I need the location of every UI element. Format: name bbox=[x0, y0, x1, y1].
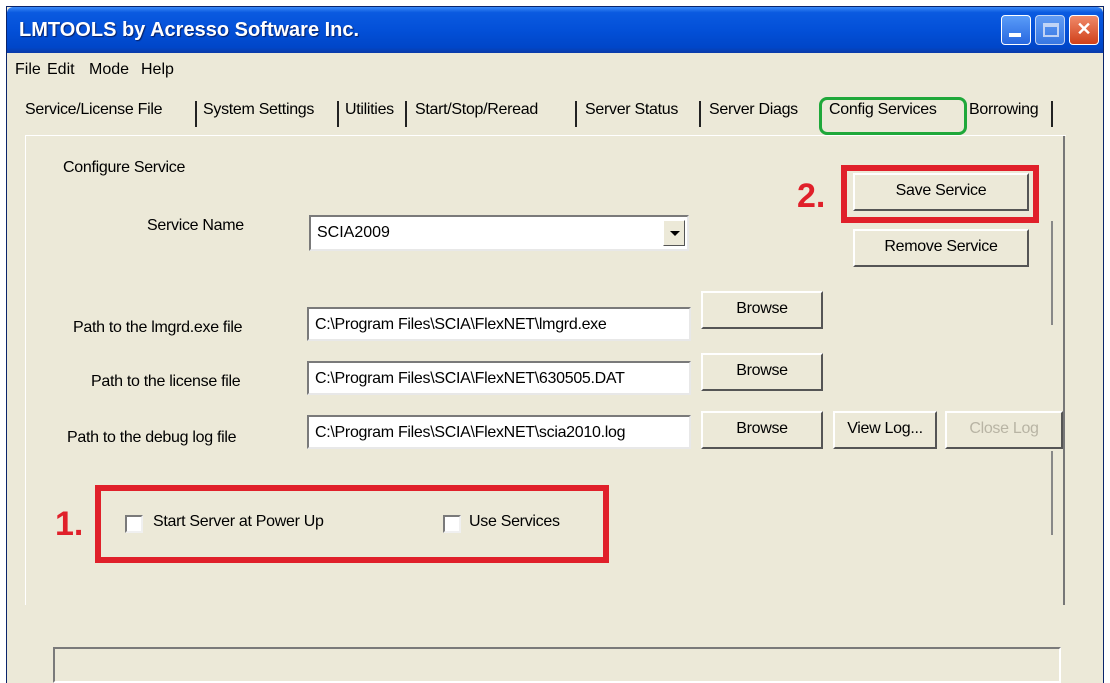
configure-service-label: Configure Service bbox=[63, 159, 186, 176]
menu-edit[interactable]: Edit bbox=[47, 61, 75, 79]
status-bar bbox=[53, 647, 1061, 683]
license-path-label: Path to the license file bbox=[91, 373, 241, 390]
tab-service-license-file[interactable]: Service/License File bbox=[25, 101, 162, 119]
service-name-label: Service Name bbox=[147, 217, 244, 234]
license-path-value: C:\Program Files\SCIA\FlexNET\630505.DAT bbox=[315, 370, 625, 387]
tab-separator bbox=[1051, 101, 1053, 127]
lmgrd-path-field[interactable]: C:\Program Files\SCIA\FlexNET\lmgrd.exe bbox=[307, 307, 691, 341]
tab-strip: Service/License File System Settings Uti… bbox=[7, 97, 1103, 135]
maximize-button[interactable] bbox=[1035, 15, 1065, 45]
active-tab-highlight bbox=[819, 97, 967, 135]
browse-license-button[interactable]: Browse bbox=[701, 353, 823, 391]
title-bar[interactable]: LMTOOLS by Acresso Software Inc. ✕ bbox=[7, 7, 1103, 53]
use-services-label: Use Services bbox=[469, 513, 560, 530]
save-service-button[interactable]: Save Service bbox=[853, 173, 1029, 211]
tab-separator bbox=[195, 101, 197, 127]
browse-lmgrd-button[interactable]: Browse bbox=[701, 291, 823, 329]
tab-borrowing[interactable]: Borrowing bbox=[969, 101, 1039, 119]
minimize-icon bbox=[1009, 33, 1021, 37]
step1-number: 1. bbox=[55, 505, 84, 543]
tab-utilities[interactable]: Utilities bbox=[345, 101, 394, 119]
panel-top-edge bbox=[26, 135, 1066, 136]
debug-log-path-field[interactable]: C:\Program Files\SCIA\FlexNET\scia2010.l… bbox=[307, 415, 691, 449]
step2-number: 2. bbox=[797, 177, 826, 215]
debug-log-path-label: Path to the debug log file bbox=[67, 429, 237, 446]
maximize-icon bbox=[1043, 23, 1059, 37]
close-log-button[interactable]: Close Log bbox=[945, 411, 1063, 449]
close-button[interactable]: ✕ bbox=[1069, 15, 1099, 45]
tab-system-settings[interactable]: System Settings bbox=[203, 101, 314, 119]
divider-line bbox=[1051, 221, 1053, 325]
service-name-value: SCIA2009 bbox=[317, 224, 390, 241]
tab-separator bbox=[699, 101, 701, 127]
window-title: LMTOOLS by Acresso Software Inc. bbox=[19, 19, 360, 41]
debug-log-path-value: C:\Program Files\SCIA\FlexNET\scia2010.l… bbox=[315, 424, 626, 441]
menu-help[interactable]: Help bbox=[141, 61, 174, 79]
menu-file[interactable]: File bbox=[15, 61, 41, 79]
close-icon: ✕ bbox=[1076, 19, 1092, 39]
start-power-up-label: Start Server at Power Up bbox=[153, 513, 324, 530]
tab-separator bbox=[575, 101, 577, 127]
remove-service-button[interactable]: Remove Service bbox=[853, 229, 1029, 267]
lmgrd-path-label: Path to the lmgrd.exe file bbox=[73, 319, 243, 336]
divider-line bbox=[1051, 451, 1053, 535]
menu-mode[interactable]: Mode bbox=[89, 61, 129, 79]
tab-separator bbox=[337, 101, 339, 127]
menu-bar: File Edit Mode Help bbox=[7, 57, 1103, 85]
tab-separator bbox=[405, 101, 407, 127]
view-log-button[interactable]: View Log... bbox=[833, 411, 937, 449]
browse-debug-log-button[interactable]: Browse bbox=[701, 411, 823, 449]
lmgrd-path-value: C:\Program Files\SCIA\FlexNET\lmgrd.exe bbox=[315, 316, 607, 333]
tab-server-diags[interactable]: Server Diags bbox=[709, 101, 798, 119]
start-power-up-checkbox[interactable] bbox=[125, 515, 143, 533]
service-name-combobox[interactable]: SCIA2009 bbox=[309, 215, 689, 251]
use-services-checkbox[interactable] bbox=[443, 515, 461, 533]
dropdown-arrow-icon[interactable] bbox=[663, 220, 685, 246]
minimize-button[interactable] bbox=[1001, 15, 1031, 45]
license-path-field[interactable]: C:\Program Files\SCIA\FlexNET\630505.DAT bbox=[307, 361, 691, 395]
tab-start-stop-reread[interactable]: Start/Stop/Reread bbox=[415, 101, 538, 119]
tab-server-status[interactable]: Server Status bbox=[585, 101, 678, 119]
lmtools-window: LMTOOLS by Acresso Software Inc. ✕ File … bbox=[6, 6, 1104, 683]
